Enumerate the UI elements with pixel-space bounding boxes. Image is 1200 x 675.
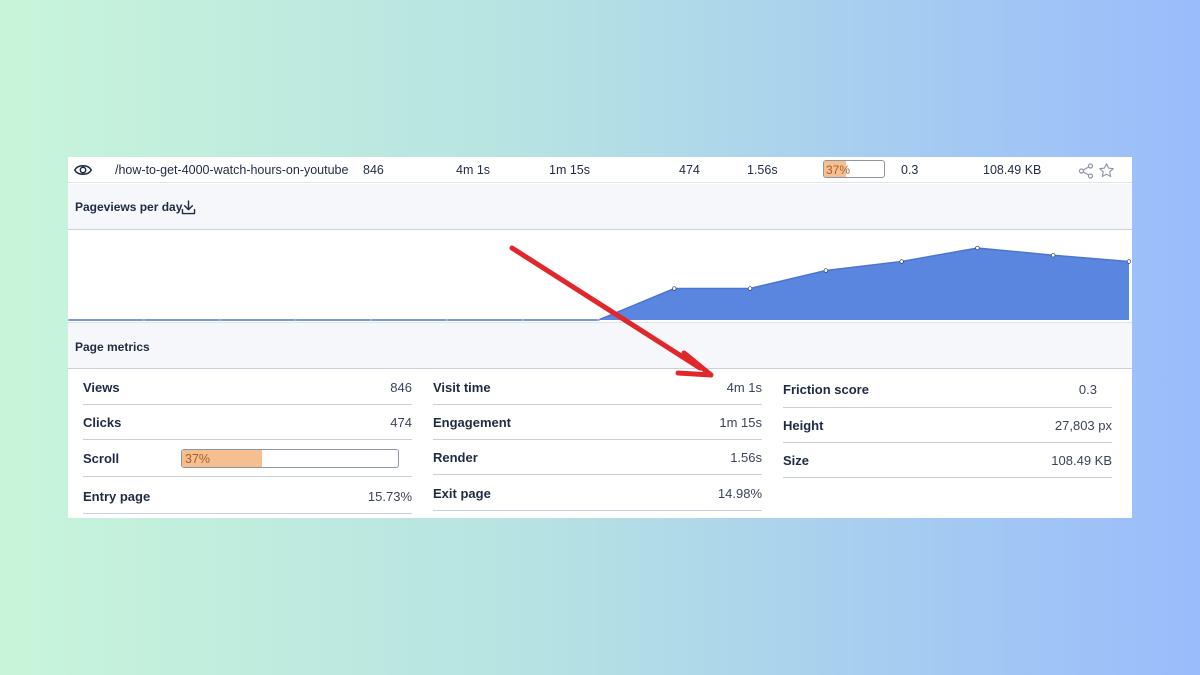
metric-value: 0.3 <box>1078 382 1097 397</box>
metric-value: 1m 15s <box>719 415 762 430</box>
metric-views: Views 846 <box>83 370 412 405</box>
metric-value: 27,803 px <box>1054 418 1112 433</box>
metric-label: Entry page <box>83 489 151 504</box>
page-detail-card: /how-to-get-4000-watch-hours-on-youtube … <box>68 157 1132 518</box>
pageviews-header: Pageviews per day <box>68 184 1132 230</box>
metric-label: Clicks <box>83 415 122 430</box>
scroll-depth-label: 37% <box>185 452 211 466</box>
visit-time-value: 4m 1s <box>456 163 491 177</box>
scroll-progress-bar: 37% <box>823 160 885 178</box>
pageviews-point[interactable] <box>1051 253 1056 258</box>
share-icon[interactable] <box>1078 163 1094 179</box>
metric-engagement: Engagement 1m 15s <box>433 405 762 440</box>
pageviews-point[interactable] <box>823 268 828 273</box>
metric-entry-page: Entry page 15.73% <box>83 477 412 514</box>
metric-friction-score: Friction score 0.3 <box>783 370 1112 408</box>
metric-label: Height <box>783 418 824 433</box>
pageviews-point[interactable] <box>294 318 297 322</box>
pageviews-point[interactable] <box>747 286 753 291</box>
clicks-value: 474 <box>679 163 700 177</box>
pageviews-point[interactable] <box>369 318 373 322</box>
metric-height: Height 27,803 px <box>783 408 1112 443</box>
metric-value: 474 <box>390 415 412 430</box>
metric-label: Views <box>83 380 120 395</box>
pageviews-point[interactable] <box>68 318 70 322</box>
metric-value: 14.98% <box>717 486 762 501</box>
metric-label: Engagement <box>433 415 512 430</box>
metric-exit-page: Exit page 14.98% <box>433 475 762 511</box>
pageviews-point[interactable] <box>218 318 221 322</box>
pageviews-point[interactable] <box>672 286 677 291</box>
metric-size: Size 108.49 KB <box>783 443 1112 478</box>
metric-value: 4m 1s <box>726 380 762 395</box>
page-path-link[interactable]: /how-to-get-4000-watch-hours-on-youtube <box>115 163 348 177</box>
metric-label: Size <box>783 453 810 468</box>
pageviews-chart <box>68 245 1132 322</box>
metric-label: Scroll <box>83 451 120 466</box>
metric-visit-time: Visit time 4m 1s <box>433 370 762 405</box>
metric-label: Render <box>433 450 478 465</box>
star-icon[interactable] <box>1098 162 1115 179</box>
pageviews-point[interactable] <box>521 318 524 322</box>
views-value: 846 <box>363 163 384 177</box>
metric-label: Exit page <box>433 486 491 501</box>
metric-value: 846 <box>390 380 412 395</box>
scroll-progress-label: 37% <box>826 163 851 177</box>
pageviews-point[interactable] <box>142 318 145 322</box>
render-value: 1.56s <box>747 163 778 177</box>
metric-label: Friction score <box>783 382 869 397</box>
pageviews-title: Pageviews per day <box>75 200 183 214</box>
size-value: 108.49 KB <box>983 163 1042 177</box>
metric-value: 108.49 KB <box>1051 453 1112 468</box>
page-summary-row[interactable]: /how-to-get-4000-watch-hours-on-youtube … <box>68 157 1132 183</box>
page-metrics-title: Page metrics <box>75 340 150 354</box>
pageviews-point[interactable] <box>597 318 600 322</box>
engagement-value: 1m 15s <box>549 163 590 177</box>
pageviews-point[interactable] <box>975 245 980 251</box>
eye-icon[interactable] <box>74 161 92 179</box>
pageviews-point[interactable] <box>445 318 449 322</box>
download-icon[interactable] <box>180 199 197 216</box>
friction-value: 0.3 <box>901 163 919 177</box>
pageviews-point[interactable] <box>899 259 904 264</box>
metric-clicks: Clicks 474 <box>83 405 412 440</box>
page-metrics-header: Page metrics <box>68 322 1132 369</box>
metric-value: 15.73% <box>367 489 412 504</box>
metric-scroll: Scroll 37% <box>83 440 412 477</box>
metric-render: Render 1.56s <box>433 440 762 475</box>
pageviews-point[interactable] <box>1126 259 1132 264</box>
metric-label: Visit time <box>433 380 491 395</box>
scroll-depth-bar: 37% <box>181 449 399 468</box>
metric-value: 1.56s <box>730 450 762 465</box>
pageviews-area <box>68 248 1129 320</box>
